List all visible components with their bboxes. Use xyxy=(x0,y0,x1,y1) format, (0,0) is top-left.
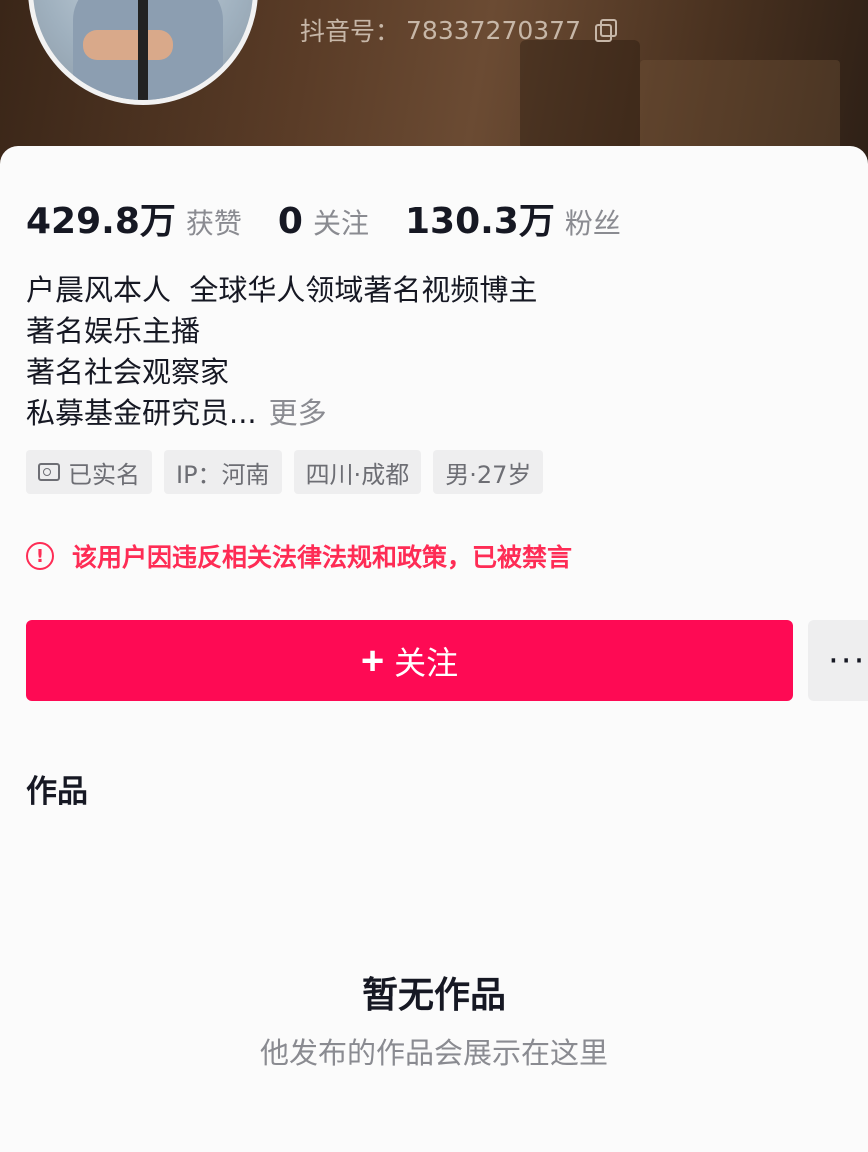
more-icon: ··· xyxy=(828,640,867,681)
bio-line: 著名社会观察家 xyxy=(26,355,230,389)
location-tag: 四川·成都 xyxy=(293,450,422,494)
gender-age-tag: 男·27岁 xyxy=(433,450,544,494)
followers-count: 130.3万 xyxy=(404,201,555,242)
likes-label: 获赞 xyxy=(185,207,242,240)
ban-warning: ! 该用户因违反相关法律法规和政策，已被禁言 xyxy=(26,538,572,574)
avatar[interactable] xyxy=(28,0,258,105)
likes-stat[interactable]: 429.8万 获赞 xyxy=(26,192,242,244)
bio-line: 著名娱乐主播 xyxy=(26,314,201,348)
follow-label: 关注 xyxy=(394,644,459,681)
profile-banner: 抖音号： 78337270377 xyxy=(0,0,868,170)
followers-label: 粉丝 xyxy=(564,207,621,240)
bio-line: 户晨风本人 全球华人领域著名视频博主 xyxy=(26,273,538,307)
profile-tags: 已实名 IP：河南 四川·成都 男·27岁 xyxy=(26,450,544,494)
following-count: 0 xyxy=(277,201,303,242)
plus-icon: + xyxy=(360,638,385,683)
profile-stats: 429.8万 获赞 0 关注 130.3万 粉丝 xyxy=(26,192,657,244)
bio-more-link[interactable]: 更多 xyxy=(269,396,327,430)
profile-card: 429.8万 获赞 0 关注 130.3万 粉丝 户晨风本人 全球华人领域著名视… xyxy=(0,146,868,1152)
id-card-icon xyxy=(38,463,60,481)
follow-button[interactable]: + 关注 xyxy=(26,620,793,701)
bio-line-last: 私募基金研究员... 更多 xyxy=(26,396,327,430)
works-tab-title[interactable]: 作品 xyxy=(26,766,88,811)
likes-count: 429.8万 xyxy=(26,201,176,242)
banner-background-art-2 xyxy=(640,60,840,150)
following-stat[interactable]: 0 关注 xyxy=(278,201,369,242)
following-label: 关注 xyxy=(312,207,369,240)
empty-works-subtitle: 他发布的作品会展示在这里 xyxy=(259,1036,608,1070)
profile-bio: 户晨风本人 全球华人领域著名视频博主 著名娱乐主播 著名社会观察家 私募基金研究… xyxy=(26,270,537,434)
followers-stat[interactable]: 130.3万 粉丝 xyxy=(405,192,621,244)
more-options-button[interactable]: ··· xyxy=(808,620,868,701)
banner-background-art xyxy=(520,40,640,150)
ip-tag: IP：河南 xyxy=(164,450,282,494)
empty-works-title: 暂无作品 xyxy=(361,975,506,1016)
verified-tag: 已实名 xyxy=(26,450,152,494)
douyin-id-label: 抖音号： xyxy=(300,17,401,46)
ban-warning-text: 该用户因违反相关法律法规和政策，已被禁言 xyxy=(72,543,573,572)
douyin-id-value: 78337270377 xyxy=(406,15,581,45)
warning-icon: ! xyxy=(26,542,54,570)
copy-icon[interactable] xyxy=(593,19,617,42)
douyin-id: 抖音号： 78337270377 xyxy=(300,12,617,48)
